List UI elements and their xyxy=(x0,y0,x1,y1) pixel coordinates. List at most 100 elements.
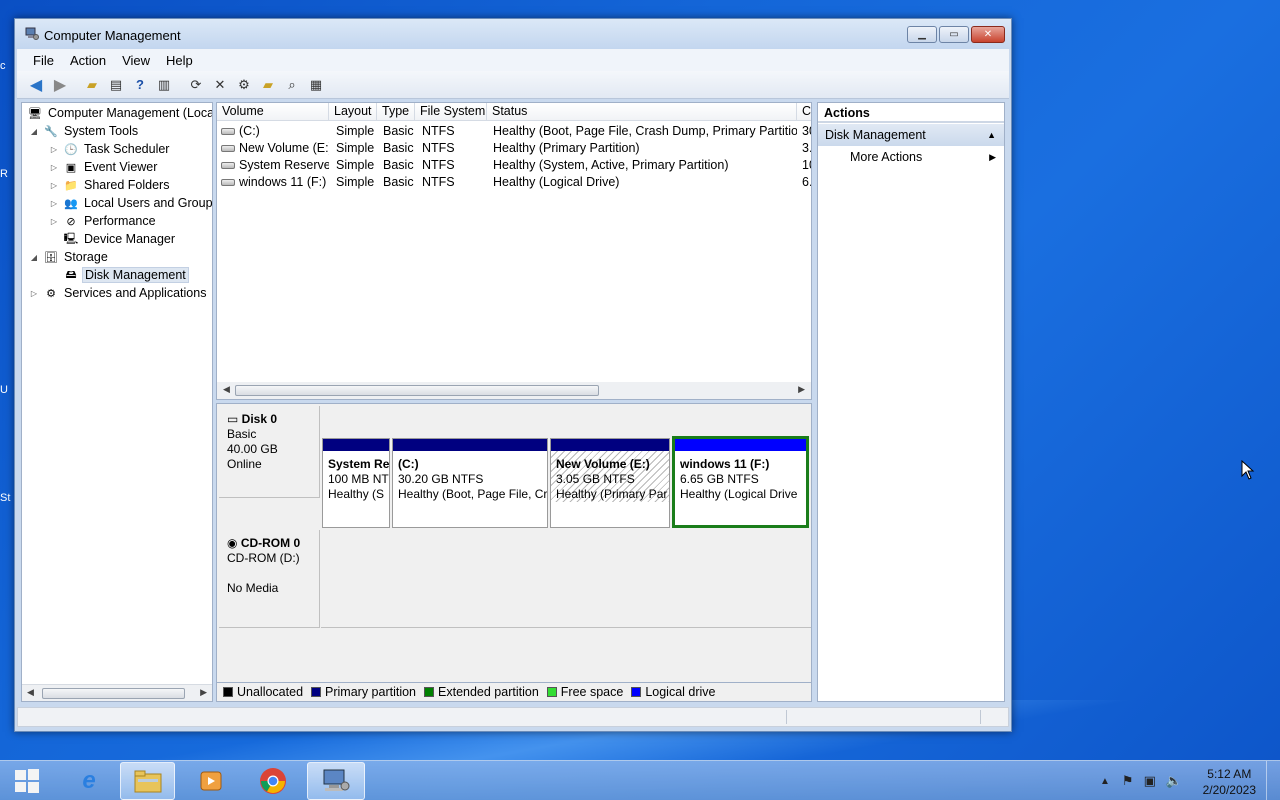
volume-muted-icon[interactable]: 🔈 xyxy=(1166,773,1182,789)
scroll-right-icon[interactable]: ▶ xyxy=(798,384,805,395)
search-button[interactable]: ⌕ xyxy=(281,74,303,96)
tree-item-shared-folders[interactable]: ▷ 📁 Shared Folders xyxy=(48,176,171,194)
primary-partition-bar xyxy=(551,439,669,451)
up-one-level-button[interactable]: ▰ xyxy=(81,74,103,96)
open-button[interactable]: ▰ xyxy=(257,74,279,96)
tree-item-local-users[interactable]: ▷ 👥 Local Users and Groups xyxy=(48,194,212,212)
export-list-button[interactable]: ▦ xyxy=(305,74,327,96)
folder-up-icon: ▰ xyxy=(87,76,97,92)
actions-section-disk-management[interactable]: Disk Management ▲ xyxy=(818,124,1004,146)
column-header-type[interactable]: Type xyxy=(377,103,415,121)
forward-button[interactable]: ▶ xyxy=(49,74,71,96)
partition-c[interactable]: (C:) 30.20 GB NTFS Healthy (Boot, Page F… xyxy=(392,438,548,528)
menu-view[interactable]: View xyxy=(114,53,158,68)
tree-item-disk-management[interactable]: 🖴 Disk Management xyxy=(60,266,189,284)
show-desktop-button[interactable] xyxy=(1266,761,1280,800)
back-button[interactable]: ◀ xyxy=(25,74,47,96)
tree-label: Performance xyxy=(84,214,156,228)
network-icon[interactable]: ▣ xyxy=(1144,773,1156,789)
menu-action[interactable]: Action xyxy=(62,53,114,68)
layout-cell: Simple xyxy=(336,158,375,172)
fs-cell: NTFS xyxy=(422,141,455,155)
show-hidden-icons-icon[interactable]: ▲ xyxy=(1100,776,1110,787)
taskbar-computer-management[interactable] xyxy=(307,762,365,800)
legend-swatch xyxy=(546,687,557,697)
scroll-left-icon[interactable]: ◀ xyxy=(223,384,230,395)
scrollbar-thumb[interactable] xyxy=(235,385,599,396)
cdrom-0-label[interactable]: ◉ CD-ROM 0 CD-ROM (D:) No Media xyxy=(219,530,320,628)
chrome-icon xyxy=(260,768,286,794)
disk-0-label[interactable]: ▭ Disk 0 Basic 40.00 GB Online xyxy=(219,406,320,498)
taskbar-internet-explorer[interactable]: e xyxy=(60,762,118,800)
desktop-icon-label-partial[interactable]: St xyxy=(0,492,14,504)
collapsed-arrow-icon[interactable]: ▷ xyxy=(48,217,60,226)
type-cell: Basic xyxy=(383,141,414,155)
collapsed-arrow-icon[interactable]: ▷ xyxy=(28,289,40,298)
desktop-icon-label-partial[interactable]: U xyxy=(0,384,14,396)
partition-status: Healthy (Boot, Page File, Cr xyxy=(398,487,547,501)
delete-button[interactable]: ✕ xyxy=(209,74,231,96)
column-header-status[interactable]: Status xyxy=(487,103,797,121)
list-horizontal-scrollbar[interactable]: ◀ ▶ xyxy=(217,382,811,399)
capacity-cell: 6. xyxy=(802,175,812,189)
tree-item-performance[interactable]: ▷ ⊘ Performance xyxy=(48,212,158,230)
collapsed-arrow-icon[interactable]: ▷ xyxy=(48,181,60,190)
legend-swatch xyxy=(631,687,642,697)
taskbar-file-explorer[interactable] xyxy=(120,762,175,800)
tree-item-storage[interactable]: ◢ 🗄 Storage xyxy=(28,248,110,266)
tree-item-task-scheduler[interactable]: ▷ 🕒 Task Scheduler xyxy=(48,140,171,158)
maximize-button[interactable]: ▭ xyxy=(939,26,969,43)
start-button[interactable] xyxy=(0,762,54,800)
status-cell: Healthy (Logical Drive) xyxy=(493,175,620,189)
expanded-arrow-icon[interactable]: ◢ xyxy=(28,253,40,262)
column-header-file-system[interactable]: File System xyxy=(415,103,487,121)
column-header-layout[interactable]: Layout xyxy=(329,103,377,121)
collapsed-arrow-icon[interactable]: ▷ xyxy=(48,145,60,154)
menu-help[interactable]: Help xyxy=(158,53,201,68)
cdrom-partition-area[interactable] xyxy=(321,532,811,628)
close-button[interactable]: ✕ xyxy=(971,26,1005,43)
tree-item-root[interactable]: 🖥 Computer Management (Local xyxy=(24,104,212,122)
refresh-button[interactable]: ⟳ xyxy=(185,74,207,96)
show-hide-console-tree-button[interactable]: ▤ xyxy=(105,74,127,96)
tree-item-services-applications[interactable]: ▷ ⚙ Services and Applications xyxy=(28,284,208,302)
collapsed-arrow-icon[interactable]: ▷ xyxy=(48,163,60,172)
tree-horizontal-scrollbar[interactable]: ◀ ▶ xyxy=(22,684,212,701)
show-hide-action-pane-button[interactable]: ▥ xyxy=(153,74,175,96)
tree-item-system-tools[interactable]: ◢ 🔧 System Tools xyxy=(28,122,140,140)
properties-button[interactable]: ⚙ xyxy=(233,74,255,96)
menu-file[interactable]: File xyxy=(25,53,62,68)
taskbar-chrome[interactable] xyxy=(244,762,302,800)
help-button[interactable]: ? xyxy=(129,74,151,96)
scroll-right-icon[interactable]: ▶ xyxy=(200,687,207,698)
type-cell: Basic xyxy=(383,124,414,138)
cdrom-state: No Media xyxy=(227,581,279,595)
scrollbar-thumb[interactable] xyxy=(42,688,185,699)
tree-item-device-manager[interactable]: 🖳 Device Manager xyxy=(60,230,177,248)
capacity-cell: 3. xyxy=(802,141,812,155)
title-bar[interactable]: Computer Management ▁ ▭ ✕ xyxy=(15,19,1011,49)
desktop-icon-label-partial[interactable]: R xyxy=(0,168,14,180)
scroll-left-icon[interactable]: ◀ xyxy=(27,687,34,698)
performance-icon: ⊘ xyxy=(66,215,76,228)
taskbar-media-player[interactable] xyxy=(182,762,240,800)
desktop-icon-label-partial[interactable]: c xyxy=(0,60,14,72)
action-center-flag-icon[interactable]: ⚑ xyxy=(1122,773,1134,789)
partition-e[interactable]: New Volume (E:) 3.05 GB NTFS Healthy (Pr… xyxy=(550,438,670,528)
collapse-up-icon[interactable]: ▲ xyxy=(987,124,996,146)
partition-system-reserved[interactable]: System Re 100 MB NT Healthy (S xyxy=(322,438,390,528)
column-header-capacity[interactable]: C xyxy=(797,103,811,121)
partition-f[interactable]: windows 11 (F:) 6.65 GB NTFS Healthy (Lo… xyxy=(672,436,809,528)
disk-state: Online xyxy=(227,457,262,471)
partition-title: System Re xyxy=(328,457,389,471)
logical-drive-bar xyxy=(675,439,806,451)
tree-label: Services and Applications xyxy=(64,286,207,300)
column-header-volume[interactable]: Volume xyxy=(217,103,329,121)
system-clock[interactable]: 5:12 AM 2/20/2023 xyxy=(1203,766,1256,798)
more-actions-item[interactable]: More Actions ▶ xyxy=(818,146,1004,168)
minimize-button[interactable]: ▁ xyxy=(907,26,937,43)
collapsed-arrow-icon[interactable]: ▷ xyxy=(48,199,60,208)
capacity-cell: 30 xyxy=(802,124,811,138)
tree-item-event-viewer[interactable]: ▷ ▣ Event Viewer xyxy=(48,158,159,176)
expanded-arrow-icon[interactable]: ◢ xyxy=(28,127,40,136)
